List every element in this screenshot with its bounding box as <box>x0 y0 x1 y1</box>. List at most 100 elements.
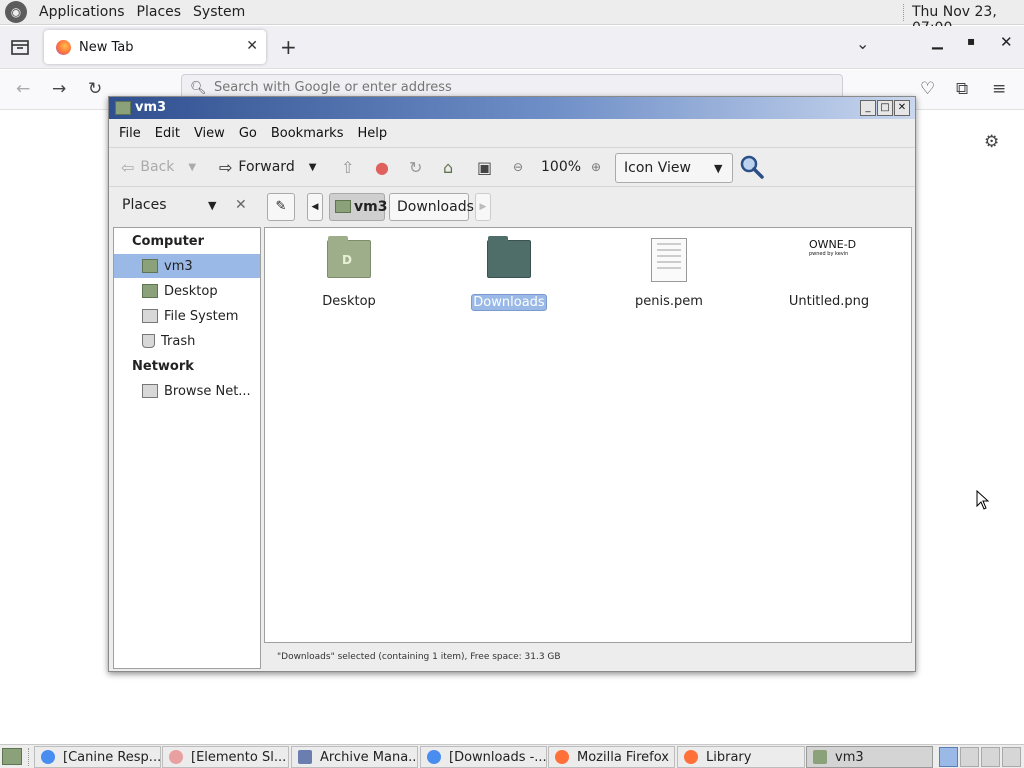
places-menu[interactable]: Places <box>131 4 188 20</box>
close-tab-icon[interactable]: ✕ <box>246 38 258 54</box>
path-right-arrow-icon[interactable]: ▶ <box>475 193 491 221</box>
task-elemento[interactable]: [Elemento Sl... <box>162 746 289 768</box>
gear-icon[interactable]: ⚙ <box>984 132 999 152</box>
location-bar: Places ▼ ✕ ✎ ◀ vm3 Downloads ▶ <box>109 187 915 225</box>
extensions-icon[interactable]: ⧉ <box>956 79 968 99</box>
close-icon[interactable]: ✕ <box>894 100 910 116</box>
sidebar-item-browse-network[interactable]: Browse Net... <box>114 379 260 403</box>
path-left-arrow-icon[interactable]: ◀ <box>307 193 323 221</box>
archive-icon <box>298 750 312 764</box>
show-desktop-icon[interactable] <box>2 748 22 765</box>
image-thumbnail: OWNE-D pwned by kevin <box>809 238 865 284</box>
workspace-2[interactable] <box>960 747 979 767</box>
taskbar-separator <box>28 748 29 766</box>
home-folder-icon <box>142 259 158 273</box>
file-view[interactable]: D Desktop Downloads penis.pem OWNE-D pwn… <box>264 227 912 643</box>
sidebar-header-network: Network <box>132 359 194 374</box>
menu-file[interactable]: File <box>119 126 141 141</box>
home-icon[interactable]: ⌂ <box>443 148 459 186</box>
file-item-downloads[interactable]: Downloads <box>449 236 569 311</box>
stop-icon[interactable]: ● <box>375 148 395 186</box>
sidebar-item-desktop[interactable]: Desktop <box>114 279 260 303</box>
folder-icon: D <box>327 236 371 278</box>
firefox-tab-bar: New Tab ✕ + ⌄ ▁ ▪ ✕ <box>0 26 1024 69</box>
view-mode-select[interactable]: Icon View ▼ <box>615 153 733 183</box>
places-select[interactable]: Places ▼ <box>122 197 216 213</box>
breadcrumb-downloads[interactable]: Downloads <box>389 193 474 221</box>
workspace-1[interactable] <box>939 747 958 767</box>
close-window-icon[interactable]: ✕ <box>1000 33 1013 51</box>
file-label: penis.pem <box>635 294 703 309</box>
forward-arrow-icon[interactable]: → <box>52 79 66 99</box>
search-icon[interactable] <box>739 154 765 180</box>
edit-location-icon[interactable]: ✎ <box>267 193 295 221</box>
url-input[interactable] <box>214 80 814 95</box>
document-icon <box>651 238 687 282</box>
file-item-desktop[interactable]: D Desktop <box>289 236 409 309</box>
minimize-icon[interactable]: ▁ <box>932 34 943 50</box>
zoom-out-icon[interactable]: ⊖ <box>513 148 529 186</box>
minimize-icon[interactable]: _ <box>860 100 876 116</box>
chevron-down-icon[interactable]: ⌄ <box>856 34 869 53</box>
back-arrow-icon[interactable]: ← <box>16 79 30 99</box>
file-item-untitled-png[interactable]: OWNE-D pwned by kevin Untitled.png <box>769 236 889 309</box>
task-vm3[interactable]: vm3 <box>806 746 933 768</box>
menu-help[interactable]: Help <box>357 126 387 141</box>
chevron-down-icon: ▼ <box>714 162 723 175</box>
trash-icon <box>142 334 155 348</box>
tab-new-tab[interactable]: New Tab ✕ <box>44 30 266 64</box>
toolbar: ⇦ Back ▼ ⇨ Forward ▼ ⇧ ● ↻ ⌂ ▣ ⊖ 100% ⊕ … <box>109 147 915 187</box>
maximize-icon[interactable]: □ <box>877 100 893 116</box>
menu-view[interactable]: View <box>194 126 225 141</box>
forward-button[interactable]: ⇨ Forward ▼ <box>219 148 316 186</box>
close-sidebar-icon[interactable]: ✕ <box>235 197 247 213</box>
list-all-tabs-icon[interactable] <box>10 38 30 56</box>
file-label: Desktop <box>322 294 376 309</box>
new-tab-icon[interactable]: + <box>280 35 297 59</box>
task-mozilla-firefox[interactable]: Mozilla Firefox <box>548 746 675 768</box>
task-downloads[interactable]: [Downloads -... <box>420 746 547 768</box>
tab-label: New Tab <box>79 39 134 55</box>
task-library[interactable]: Library <box>677 746 805 768</box>
home-folder-icon <box>335 200 351 213</box>
app-icon <box>169 750 183 764</box>
task-canine-resp[interactable]: [Canine Resp... <box>34 746 161 768</box>
drive-icon <box>142 309 158 323</box>
workspace-4[interactable] <box>1002 747 1021 767</box>
computer-icon[interactable]: ▣ <box>477 148 498 186</box>
breadcrumb-vm3[interactable]: vm3 <box>329 193 387 221</box>
desktop-folder-icon <box>142 284 158 298</box>
forward-history-icon[interactable]: ▼ <box>309 162 317 173</box>
sidebar-item-file-system[interactable]: File System <box>114 304 260 328</box>
file-label: Untitled.png <box>788 294 870 309</box>
sidebar-item-vm3[interactable]: vm3 <box>114 254 260 278</box>
workspace-3[interactable] <box>981 747 1000 767</box>
sidebar-item-trash[interactable]: Trash <box>114 329 260 353</box>
top-panel: ◉ Applications Places System Thu Nov 23,… <box>0 0 1024 36</box>
firefox-icon <box>56 39 71 55</box>
hamburger-menu-icon[interactable]: ≡ <box>992 79 1006 99</box>
places-sidebar: Computer vm3 Desktop File System Trash N… <box>113 227 261 669</box>
window-titlebar[interactable]: vm3 _ □ ✕ <box>109 97 915 119</box>
applications-menu[interactable]: Applications <box>33 4 131 20</box>
reload-icon[interactable]: ↻ <box>88 79 102 99</box>
system-menu[interactable]: System <box>187 4 251 20</box>
zoom-in-icon[interactable]: ⊕ <box>591 148 607 186</box>
reload-icon[interactable]: ↻ <box>409 148 428 186</box>
chrome-icon <box>427 750 441 764</box>
back-history-icon[interactable]: ▼ <box>188 162 196 173</box>
distro-logo-icon[interactable]: ◉ <box>5 1 27 23</box>
menu-go[interactable]: Go <box>239 126 257 141</box>
task-archive-manager[interactable]: Archive Mana... <box>291 746 418 768</box>
file-item-penis-pem[interactable]: penis.pem <box>609 236 729 309</box>
pocket-icon[interactable]: ♡ <box>920 79 935 99</box>
thumbnail-text: OWNE-D <box>809 238 857 251</box>
back-button[interactable]: ⇦ Back ▼ <box>121 148 196 186</box>
menu-edit[interactable]: Edit <box>155 126 180 141</box>
search-icon: 🔍︎ <box>190 81 207 96</box>
maximize-icon[interactable]: ▪ <box>967 34 975 48</box>
chrome-icon <box>41 750 55 764</box>
mouse-cursor-icon <box>976 490 990 510</box>
up-icon[interactable]: ⇧ <box>341 148 360 186</box>
menu-bookmarks[interactable]: Bookmarks <box>271 126 344 141</box>
